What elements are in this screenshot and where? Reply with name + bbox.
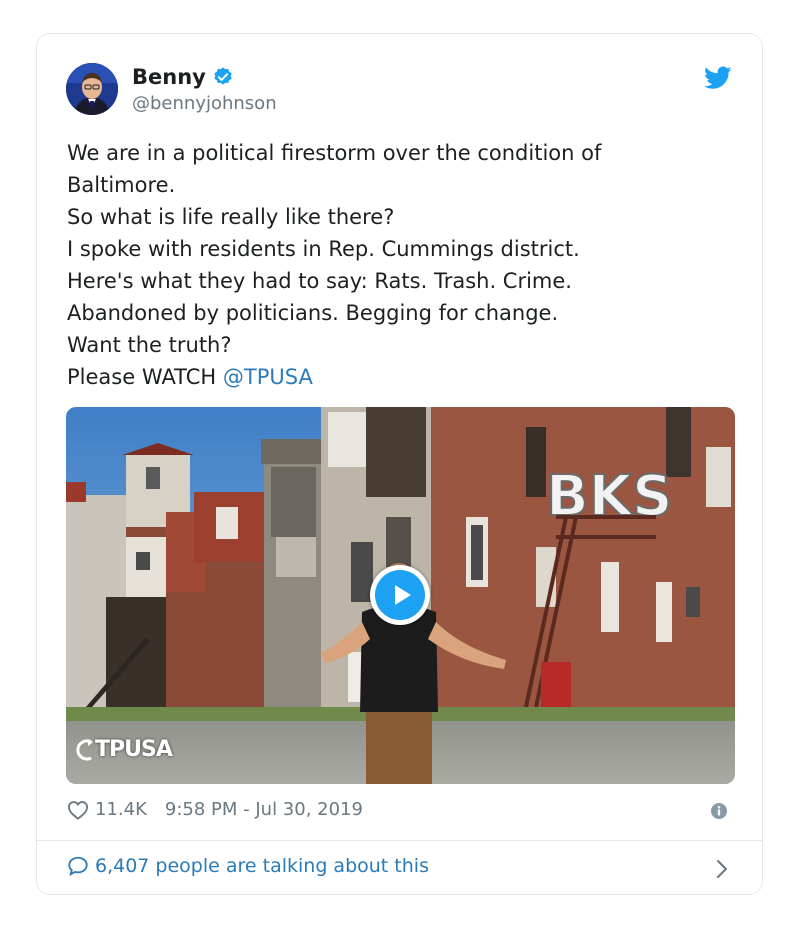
comment-bubble-icon — [68, 856, 88, 877]
tweet-line: Want the truth? — [67, 333, 232, 357]
like-count[interactable]: 11.4K — [95, 799, 147, 820]
tweet-line: Abandoned by politicians. Begging for ch… — [67, 301, 559, 325]
info-icon[interactable] — [711, 803, 727, 819]
tweet-line: I spoke with residents in Rep. Cummings … — [67, 237, 580, 261]
video-player[interactable]: BKS TPUSA — [66, 407, 735, 784]
play-icon — [375, 570, 425, 620]
tweet-line: Here's what they had to say: Rats. Trash… — [67, 269, 572, 293]
mention-link[interactable]: @TPUSA — [223, 365, 313, 389]
twitter-bird-icon[interactable] — [704, 66, 732, 90]
timestamp[interactable]: 9:58 PM - Jul 30, 2019 — [165, 799, 363, 820]
author-handle[interactable]: @bennyjohnson — [132, 93, 277, 114]
tweet-line: Baltimore. — [67, 173, 176, 197]
tweet-card: Benny @bennyjohnson We are in a politica… — [36, 33, 763, 895]
tweet-text: We are in a political firestorm over the… — [67, 137, 737, 393]
tweet-line: So what is life really like there? — [67, 205, 395, 229]
author-name-row[interactable]: Benny — [132, 65, 234, 89]
tpusa-logo-icon — [76, 738, 93, 760]
heart-icon[interactable] — [67, 800, 89, 820]
divider — [37, 840, 762, 841]
tweet-line-last: Please WATCH @TPUSA — [67, 361, 737, 393]
avatar[interactable] — [66, 63, 118, 115]
tweet-line-prefix: Please WATCH — [67, 365, 223, 389]
tweet-line: We are in a political firestorm over the… — [67, 141, 602, 165]
tweet-meta: 11.4K 9:58 PM - Jul 30, 2019 — [67, 799, 363, 820]
talking-link[interactable]: 6,407 people are talking about this — [67, 855, 429, 877]
author-name[interactable]: Benny — [132, 65, 206, 89]
play-button[interactable] — [370, 565, 430, 625]
chevron-right-icon[interactable] — [716, 859, 728, 879]
verified-badge-icon — [214, 67, 232, 85]
tpusa-watermark: TPUSA — [76, 737, 173, 762]
avatar-image — [66, 63, 118, 115]
watermark-text: TPUSA — [95, 737, 173, 762]
talking-text[interactable]: 6,407 people are talking about this — [95, 855, 429, 877]
